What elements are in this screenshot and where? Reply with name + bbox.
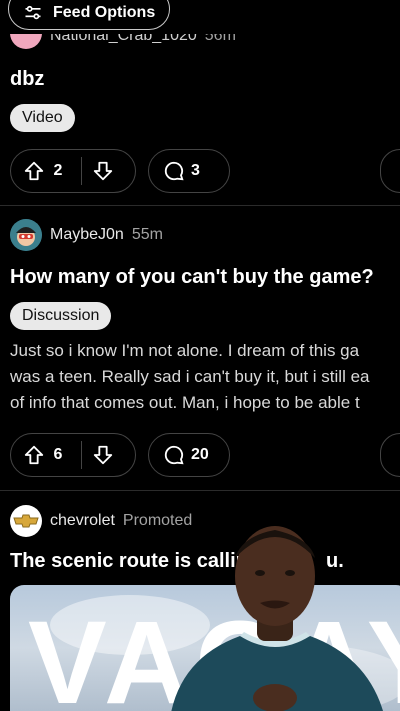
post-2-author[interactable]: MaybeJ0n [50, 226, 124, 244]
post-1-author[interactable]: National_Crab_1020 [50, 34, 197, 45]
feed-options-label: Feed Options [53, 4, 156, 21]
avatar[interactable] [10, 505, 42, 537]
vote-pill: 2 [10, 149, 136, 193]
comment-icon [164, 445, 184, 465]
downvote-icon[interactable] [92, 444, 114, 466]
post-2-title[interactable]: How many of you can't buy the game? [10, 264, 374, 290]
upvote-icon[interactable] [23, 444, 45, 466]
comments-button[interactable]: 20 [148, 433, 230, 477]
upvote-icon[interactable] [23, 160, 45, 182]
post-1-flair[interactable]: Video [10, 104, 75, 132]
downvote-icon[interactable] [92, 160, 114, 182]
post-separator [0, 205, 400, 206]
post-2-author-row: MaybeJ0n 55m [10, 219, 163, 251]
divider [81, 157, 82, 185]
post-3-author[interactable]: chevrolet [50, 512, 115, 530]
divider [81, 441, 82, 469]
post-1-comment-count: 3 [191, 162, 200, 179]
comment-icon [164, 161, 184, 181]
post-2-body[interactable]: Just so i know I'm not alone. I dream of… [10, 338, 400, 416]
sliders-icon [25, 5, 41, 20]
video-overlay-person [171, 526, 383, 711]
share-button[interactable] [380, 433, 400, 477]
post-2-score: 6 [53, 446, 63, 463]
vote-pill: 6 [10, 433, 136, 477]
avatar[interactable] [10, 34, 42, 49]
avatar[interactable] [10, 219, 42, 251]
post-1-score: 2 [53, 162, 63, 179]
chevrolet-bowtie-icon [13, 514, 39, 528]
post-2-actions: 6 20 [10, 433, 230, 477]
post-2-comment-count: 20 [191, 446, 209, 463]
post-1-time: 56m [204, 34, 236, 44]
post-1-title[interactable]: dbz [10, 66, 44, 92]
snoo-avatar-icon [10, 219, 42, 251]
post-1-author-row: National_Crab_1020 56m [10, 34, 236, 50]
post-2-body-line: of info that comes out. Man, i hope to b… [10, 393, 360, 412]
post-2-body-line: was a teen. Really sad i can't buy it, b… [10, 367, 370, 386]
post-1-actions: 2 3 [10, 149, 230, 193]
post-separator [0, 490, 400, 491]
post-2-flair[interactable]: Discussion [10, 302, 112, 330]
post-2-time: 55m [131, 226, 163, 243]
share-button[interactable] [380, 149, 400, 193]
post-2-body-line: Just so i know I'm not alone. I dream of… [10, 341, 360, 360]
feed-options-button[interactable]: Feed Options [8, 0, 171, 30]
comments-button[interactable]: 3 [148, 149, 230, 193]
